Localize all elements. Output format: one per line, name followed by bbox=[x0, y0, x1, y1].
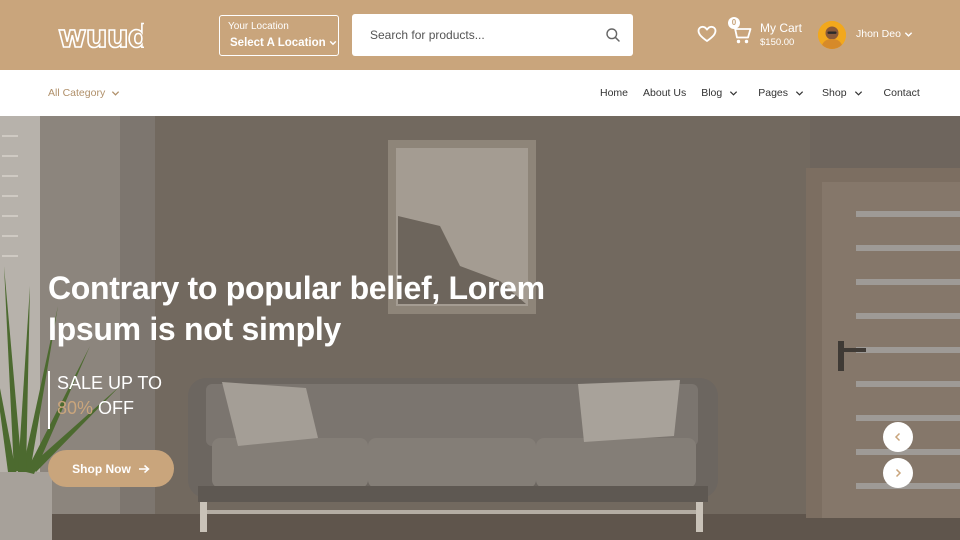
chevron-down-icon bbox=[329, 40, 336, 46]
chevron-left-icon bbox=[894, 432, 901, 442]
search-icon[interactable] bbox=[605, 27, 621, 43]
nav-item-contact[interactable]: Contact bbox=[884, 86, 920, 100]
chevron-down-icon bbox=[904, 32, 913, 37]
nav-item-label: Pages bbox=[758, 87, 789, 99]
shop-now-label: Shop Now bbox=[72, 461, 131, 476]
nav-item-label: Home bbox=[600, 87, 629, 99]
search-input[interactable] bbox=[352, 14, 592, 56]
user-name: Jhon Deo bbox=[856, 28, 901, 40]
avatar-image bbox=[818, 21, 846, 49]
cart-title: My Cart bbox=[760, 21, 802, 35]
hero-headline: Contrary to popular belief, Lorem Ipsum … bbox=[48, 268, 548, 350]
cart-count-badge: 0 bbox=[728, 17, 740, 29]
top-header: wuud Your Location Select A Location 0 M… bbox=[0, 0, 960, 70]
main-navbar: All Category Home About Us Blog Pages Sh… bbox=[0, 70, 960, 116]
nav-item-home[interactable]: Home bbox=[600, 86, 628, 100]
all-category-label: All Category bbox=[48, 87, 106, 99]
logo-wordmark: wuud bbox=[57, 18, 151, 56]
promo-line-1: SALE UP TO bbox=[57, 373, 163, 393]
arrow-right-icon bbox=[138, 464, 150, 473]
nav-item-about-us[interactable]: About Us bbox=[643, 86, 686, 100]
slider-prev-button[interactable] bbox=[883, 422, 913, 452]
promo-line-2: 80% OFF bbox=[57, 395, 162, 421]
nav-item-blog[interactable]: Blog bbox=[701, 86, 738, 100]
avatar bbox=[818, 21, 846, 49]
chevron-right-icon bbox=[895, 468, 902, 478]
heart-icon[interactable] bbox=[697, 25, 717, 43]
hero-headline-line-1: Contrary to popular belief, Lorem bbox=[48, 270, 545, 306]
nav-item-pages[interactable]: Pages bbox=[758, 86, 804, 100]
location-value: Select A Location bbox=[230, 37, 326, 49]
search-bar bbox=[352, 14, 633, 56]
chevron-down-icon bbox=[795, 90, 804, 96]
user-menu[interactable]: Jhon Deo bbox=[818, 20, 918, 50]
logo-text: wuud bbox=[58, 19, 144, 55]
shop-now-button[interactable]: Shop Now bbox=[48, 450, 174, 487]
nav-item-shop[interactable]: Shop bbox=[822, 86, 863, 100]
hero-headline-line-2: Ipsum is not simply bbox=[48, 311, 342, 347]
nav-item-label: About Us bbox=[643, 87, 687, 99]
all-category-dropdown[interactable]: All Category bbox=[48, 86, 120, 100]
nav-item-label: Blog bbox=[701, 87, 723, 99]
chevron-down-icon bbox=[112, 90, 120, 96]
chevron-down-icon bbox=[854, 90, 862, 96]
location-value-row: Select A Location bbox=[230, 36, 337, 50]
promo-percent: 80% bbox=[57, 398, 94, 418]
chevron-down-icon bbox=[730, 90, 738, 96]
location-selector[interactable]: Your Location Select A Location bbox=[219, 15, 339, 56]
slider-next-button[interactable] bbox=[883, 458, 913, 488]
nav-item-label: Shop bbox=[822, 87, 847, 99]
nav-menu: Home About Us Blog Pages Shop Contact bbox=[600, 86, 920, 100]
sale-promo: SALE UP TO 80% OFF bbox=[48, 371, 162, 429]
cart-total: $150.00 bbox=[760, 37, 795, 48]
location-label: Your Location bbox=[228, 21, 289, 32]
hero-banner: Contrary to popular belief, Lorem Ipsum … bbox=[0, 116, 960, 540]
promo-suffix: OFF bbox=[98, 398, 135, 418]
site-logo[interactable]: wuud bbox=[56, 17, 151, 56]
nav-item-label: Contact bbox=[883, 87, 920, 99]
